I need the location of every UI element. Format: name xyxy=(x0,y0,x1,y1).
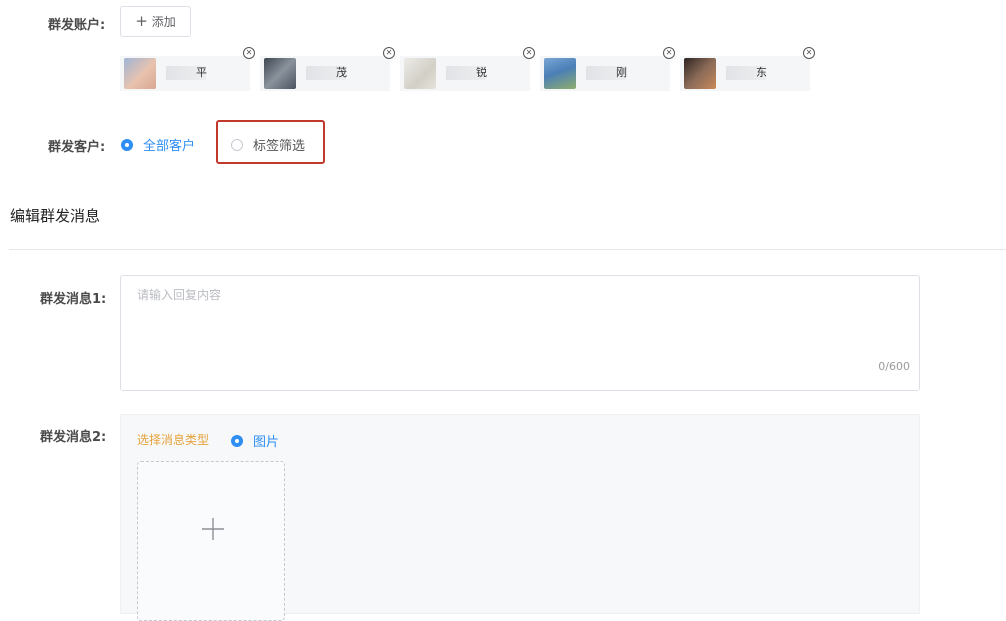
message-1-input[interactable]: 请输入回复内容 0/600 xyxy=(120,275,920,391)
close-icon[interactable]: ✕ xyxy=(383,47,395,59)
radio-image-type-label: 图片 xyxy=(253,435,280,450)
radio-tag-filter-label: 标签筛选 xyxy=(253,139,306,154)
avatar xyxy=(124,58,156,89)
close-icon[interactable]: ✕ xyxy=(243,47,255,59)
plus-icon: + xyxy=(135,12,148,30)
account-name: 茂 xyxy=(336,66,347,79)
message-2-panel: 选择消息类型 图片 xyxy=(120,414,920,621)
account-name: 刚 xyxy=(616,66,627,79)
character-counter: 0/600 xyxy=(878,360,910,373)
avatar xyxy=(544,58,576,89)
add-account-button[interactable]: + 添加 xyxy=(120,6,191,37)
avatar xyxy=(264,58,296,89)
message-1-label: 群发消息1: xyxy=(40,292,107,307)
account-card: 平 ✕ xyxy=(120,47,255,91)
account-label: 群发账户: xyxy=(48,18,106,33)
add-button-label: 添加 xyxy=(151,15,176,29)
image-upload-button[interactable] xyxy=(137,461,285,621)
avatar xyxy=(404,58,436,89)
account-name: 东 xyxy=(756,66,767,79)
account-card: 刚 ✕ xyxy=(540,47,675,91)
account-name: 平 xyxy=(196,66,207,79)
radio-all-customers[interactable]: 全部客户 xyxy=(121,135,195,154)
radio-unchecked-icon xyxy=(231,138,243,151)
close-icon[interactable]: ✕ xyxy=(803,47,815,59)
divider xyxy=(9,249,1006,250)
message-2-label: 群发消息2: xyxy=(40,430,107,445)
radio-tag-filter[interactable]: 标签筛选 xyxy=(231,135,305,154)
account-card: 东 ✕ xyxy=(680,47,815,91)
account-name: 锐 xyxy=(476,66,487,79)
message-1-placeholder: 请输入回复内容 xyxy=(137,288,222,302)
radio-checked-icon xyxy=(231,434,243,447)
radio-checked-icon xyxy=(121,138,133,151)
radio-image-type[interactable]: 图片 xyxy=(231,431,279,450)
section-title: 编辑群发消息 xyxy=(10,207,101,225)
radio-all-customers-label: 全部客户 xyxy=(143,139,196,154)
customer-label: 群发客户: xyxy=(48,140,106,155)
avatar xyxy=(684,58,716,89)
message-type-label: 选择消息类型 xyxy=(137,433,210,447)
close-icon[interactable]: ✕ xyxy=(523,47,535,59)
close-icon[interactable]: ✕ xyxy=(663,47,675,59)
plus-icon xyxy=(202,518,224,540)
account-card: 茂 ✕ xyxy=(260,47,395,91)
account-card: 锐 ✕ xyxy=(400,47,535,91)
